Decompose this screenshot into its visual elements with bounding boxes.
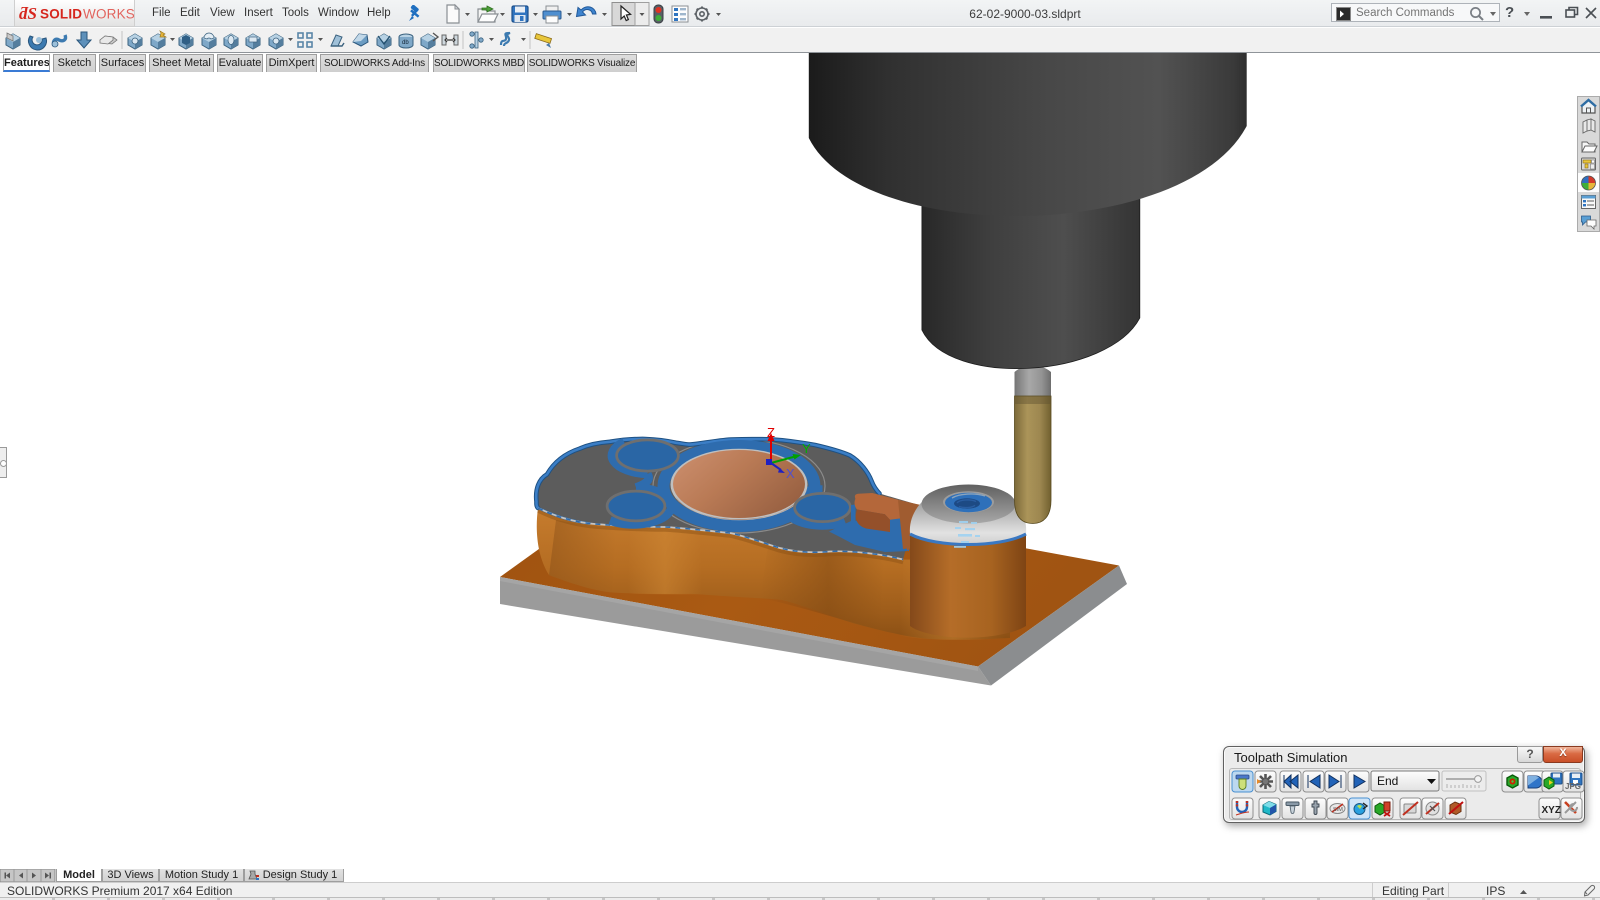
svg-text:WORKS: WORKS xyxy=(83,7,134,22)
svg-text:Y: Y xyxy=(802,441,811,456)
svg-text:SOLID: SOLID xyxy=(40,7,82,22)
svg-text:XYZ: XYZ xyxy=(1542,805,1561,816)
svg-text:Z: Z xyxy=(767,425,775,440)
svg-text:X: X xyxy=(786,466,795,481)
svg-text:db: db xyxy=(402,40,409,46)
svg-text:JPG: JPG xyxy=(1565,782,1581,791)
svg-text:SIM: SIM xyxy=(1333,807,1343,813)
svg-text:ƌS: ƌS xyxy=(19,4,37,23)
svg-text:End: End xyxy=(1377,774,1398,788)
